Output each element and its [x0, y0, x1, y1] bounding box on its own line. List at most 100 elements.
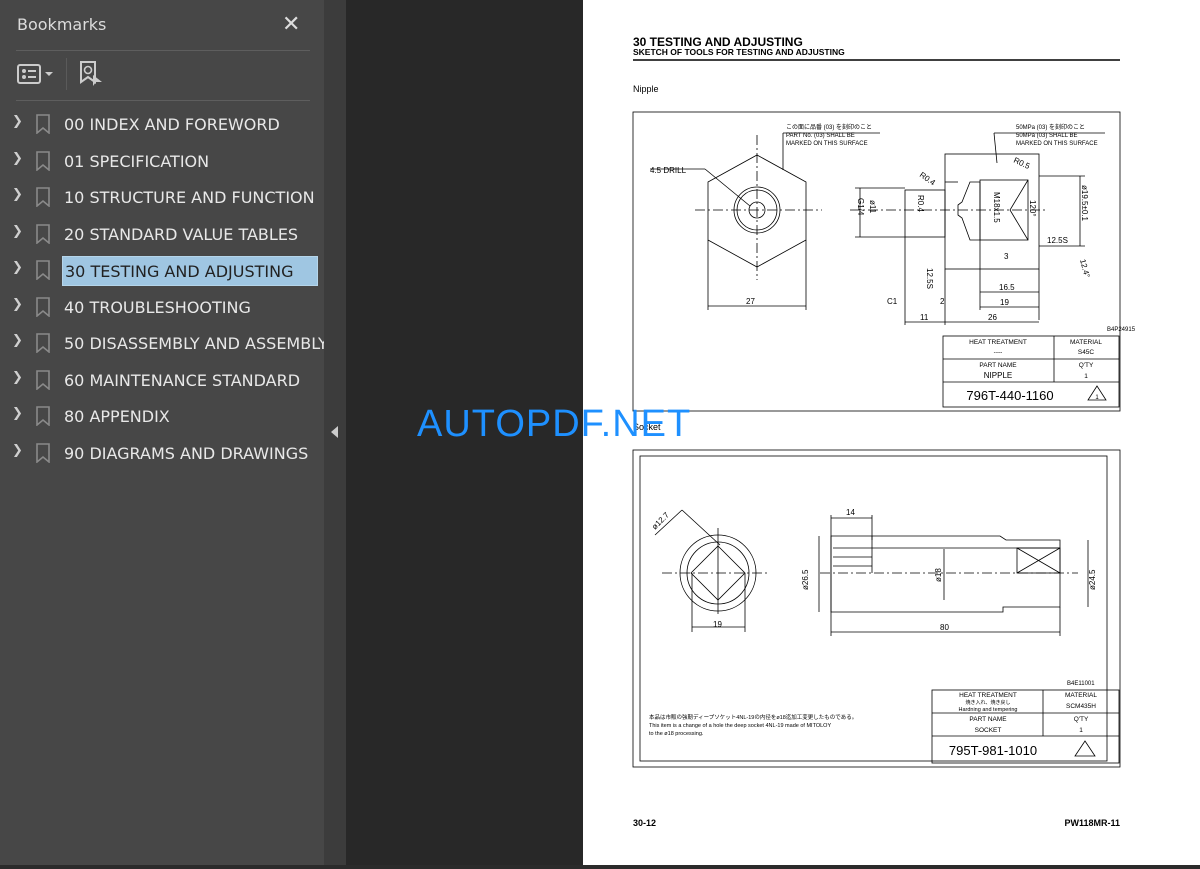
page-subtitle: SKETCH OF TOOLS FOR TESTING AND ADJUSTIN… [633, 47, 845, 57]
bookmark-item[interactable]: ❯ 10 STRUCTURE AND FUNCTION [0, 183, 324, 213]
nipple-title-block: HEAT TREATMENT ---- MATERIAL S45C PART N… [966, 339, 1102, 403]
divider [16, 100, 310, 101]
svg-text:本品は市販の強靭ディープソケット4NL-19の内径をø18迄: 本品は市販の強靭ディープソケット4NL-19の内径をø18迄加工変更したものであ… [649, 713, 857, 721]
expand-chevron-icon[interactable]: ❯ [12, 443, 23, 458]
bookmark-item[interactable]: ❯ 30 TESTING AND ADJUSTING [0, 256, 324, 286]
svg-text:ø18: ø18 [934, 568, 943, 582]
svg-text:80: 80 [940, 623, 949, 632]
expand-chevron-icon[interactable]: ❯ [12, 114, 23, 129]
bookmark-item[interactable]: ❯ 20 STANDARD VALUE TABLES [0, 220, 324, 250]
bookmark-label: 30 TESTING AND ADJUSTING [62, 256, 318, 286]
bookmark-item[interactable]: ❯ 00 INDEX AND FOREWORD [0, 110, 324, 140]
panel-title: Bookmarks [17, 15, 107, 34]
svg-text:B4P24915: B4P24915 [1107, 327, 1136, 333]
svg-text:11: 11 [920, 313, 929, 322]
svg-text:HEAT TREATMENT: HEAT TREATMENT [969, 339, 1027, 346]
bookmark-icon [36, 223, 50, 244]
expand-chevron-icon[interactable]: ❯ [12, 297, 23, 312]
divider [16, 50, 310, 51]
svg-text:ø24.5: ø24.5 [1088, 569, 1097, 590]
close-icon[interactable]: ✕ [282, 12, 300, 37]
svg-text:1: 1 [1084, 373, 1088, 380]
bookmark-label: 00 INDEX AND FOREWORD [64, 115, 280, 134]
bookmark-icon [36, 114, 50, 134]
svg-text:R0.5: R0.5 [1012, 156, 1032, 172]
svg-text:27: 27 [746, 297, 755, 306]
bookmark-label: 90 DIAGRAMS AND DRAWINGS [64, 443, 309, 463]
collapse-arrow-icon[interactable] [331, 426, 338, 438]
svg-text:PART NAME: PART NAME [969, 716, 1007, 723]
bookmark-label: 10 STRUCTURE AND FUNCTION [64, 188, 315, 207]
panel-collapse-strip[interactable] [324, 0, 346, 865]
bookmark-icon [36, 406, 50, 426]
nipple-label: Nipple [633, 84, 659, 94]
svg-text:ø26.5: ø26.5 [801, 569, 810, 590]
svg-text:HEAT TREATMENT: HEAT TREATMENT [959, 692, 1017, 699]
svg-text:12.4°: 12.4° [1078, 258, 1092, 278]
svg-text:1: 1 [1079, 727, 1083, 734]
page-number: 30-12 [633, 818, 656, 828]
bookmark-label: 60 MAINTENANCE STANDARD [64, 370, 301, 390]
expand-chevron-icon[interactable]: ❯ [12, 187, 23, 202]
nipple-notes: この面に品番 (03) を刻印のこと PART No. (03) SHALL B… [786, 123, 1098, 147]
bookmark-item[interactable]: ❯ 80 APPENDIX [0, 402, 324, 432]
svg-text:12.5S: 12.5S [925, 268, 934, 289]
svg-text:C1: C1 [887, 297, 898, 306]
expand-chevron-icon[interactable]: ❯ [12, 406, 23, 421]
svg-text:19: 19 [1000, 298, 1009, 307]
svg-text:R0.4: R0.4 [918, 170, 937, 187]
bookmark-icon [36, 333, 50, 353]
svg-text:14: 14 [846, 508, 855, 517]
expand-chevron-icon[interactable]: ❯ [12, 224, 23, 239]
bookmark-label: 40 TROUBLESHOOTING [64, 297, 251, 317]
svg-text:SCM435H: SCM435H [1066, 703, 1096, 710]
svg-text:B4E11001: B4E11001 [1067, 681, 1095, 687]
bookmark-icon [36, 150, 50, 171]
svg-text:to the ø18 processing.: to the ø18 processing. [649, 731, 704, 737]
svg-text:M18x1.5: M18x1.5 [992, 192, 1001, 223]
svg-text:ø11: ø11 [868, 200, 877, 214]
expand-chevron-icon[interactable]: ❯ [12, 151, 23, 166]
svg-text:焼き入れ、焼き戻し: 焼き入れ、焼き戻し [965, 699, 1010, 706]
options-menu-button[interactable] [17, 62, 57, 86]
svg-text:SOCKET: SOCKET [975, 727, 1002, 734]
svg-text:MARKED ON THIS SURFACE: MARKED ON THIS SURFACE [786, 141, 868, 147]
svg-text:MATERIAL: MATERIAL [1070, 339, 1102, 346]
svg-text:26: 26 [988, 313, 997, 322]
svg-text:ø12.7: ø12.7 [650, 510, 671, 531]
nipple-drawing [632, 111, 1121, 412]
bookmark-item[interactable]: ❯ 90 DIAGRAMS AND DRAWINGS [0, 439, 324, 469]
svg-text:2: 2 [940, 297, 945, 306]
svg-text:Hardning and tempering: Hardning and tempering [958, 707, 1017, 713]
expand-chevron-icon[interactable]: ❯ [12, 333, 23, 348]
svg-text:This item is a change of a hol: This item is a change of a hole the deep… [649, 723, 831, 729]
bookmark-item[interactable]: ❯ 01 SPECIFICATION [0, 147, 324, 177]
svg-text:4.5 DRILL: 4.5 DRILL [650, 166, 687, 175]
socket-title-block: HEAT TREATMENT 焼き入れ、焼き戻し Hardning and te… [949, 692, 1097, 758]
svg-text:Q'TY: Q'TY [1074, 716, 1089, 723]
bookmark-label: 01 SPECIFICATION [64, 151, 210, 171]
expand-chevron-icon[interactable]: ❯ [12, 370, 23, 385]
svg-text:ø19.5±0.1: ø19.5±0.1 [1080, 185, 1089, 222]
socket-note: 本品は市販の強靭ディープソケット4NL-19の内径をø18迄加工変更したものであ… [649, 713, 857, 737]
svg-text:50MPa (03) SHALL BE: 50MPa (03) SHALL BE [1016, 133, 1077, 139]
svg-text:Q'TY: Q'TY [1079, 362, 1094, 369]
bookmark-item[interactable]: ❯ 40 TROUBLESHOOTING [0, 293, 324, 323]
svg-text:PART NAME: PART NAME [979, 362, 1017, 369]
find-current-bookmark-icon[interactable] [78, 60, 104, 88]
bookmarks-panel: Bookmarks ✕ ❯ 00 INDEX AND FOREWORD ❯ 01 SP… [0, 0, 328, 865]
svg-text:この面に品番 (03) を刻印のこと: この面に品番 (03) を刻印のこと [786, 123, 872, 131]
svg-text:MARKED ON THIS SURFACE: MARKED ON THIS SURFACE [1016, 141, 1098, 147]
bookmark-icon [36, 296, 50, 317]
svg-text:795T-981-1010: 795T-981-1010 [949, 743, 1037, 758]
svg-text:3: 3 [1004, 252, 1009, 261]
bookmark-icon [36, 442, 50, 463]
expand-chevron-icon[interactable]: ❯ [12, 260, 23, 275]
bookmark-icon [36, 369, 50, 390]
bookmark-label: 20 STANDARD VALUE TABLES [64, 224, 299, 244]
svg-text:MATERIAL: MATERIAL [1065, 692, 1097, 699]
bookmark-item[interactable]: ❯ 50 DISASSEMBLY AND ASSEMBLY [0, 329, 328, 359]
svg-text:16.5: 16.5 [999, 283, 1015, 292]
bookmark-item[interactable]: ❯ 60 MAINTENANCE STANDARD [0, 366, 324, 396]
svg-text:19: 19 [713, 620, 722, 629]
